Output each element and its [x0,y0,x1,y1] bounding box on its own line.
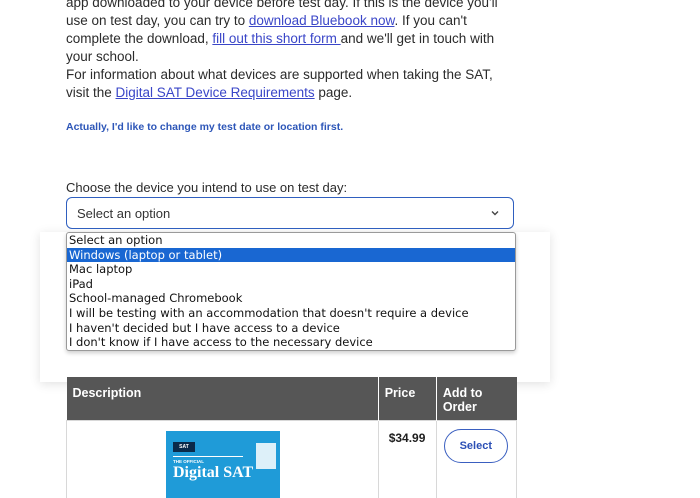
device-select-label: Choose the device you intend to use on t… [66,180,348,195]
order-table: Description Price Add to Order SAT THE O… [66,377,518,498]
divider [173,455,243,457]
book-cover-image: SAT THE OFFICIAL Digital SAT [166,430,280,498]
device-option[interactable]: School-managed Chromebook [67,291,515,306]
select-product-button[interactable]: Select [443,428,508,463]
download-bluebook-link[interactable]: download Bluebook now [249,13,395,28]
chevron-down-icon [491,211,499,216]
change-test-date-link[interactable]: Actually, I'd like to change my test dat… [66,121,343,133]
intro-paragraph: app downloaded to your device before tes… [66,0,518,66]
sat-logo: SAT [173,441,195,452]
column-header-description: Description [66,377,379,420]
book-cover-graphic [256,442,276,469]
column-header-price: Price [378,377,437,420]
order-table-header-row: Description Price Add to Order [66,377,517,420]
column-header-add-to-order: Add to Order [436,377,517,420]
table-row: SAT THE OFFICIAL Digital SAT $34.99 Sele… [66,419,518,498]
device-option[interactable]: Select an option [67,233,515,248]
book-subtitle: THE OFFICIAL [173,458,204,464]
devices-info-paragraph: For information about what devices are s… [66,66,518,102]
devices-info-text: For information about what devices are s… [66,66,518,102]
product-action-cell: Select [435,419,518,498]
short-form-link[interactable]: fill out this short form [212,31,340,46]
book-title: Digital SAT [173,463,254,481]
device-option[interactable]: iPad [67,277,515,292]
device-option[interactable]: I haven't decided but I have access to a… [67,321,515,336]
product-description-cell: SAT THE OFFICIAL Digital SAT [66,419,379,498]
devices-info-tail: page. [314,85,353,100]
page: app downloaded to your device before tes… [0,0,700,498]
device-select-options: Select an option Windows (laptop or tabl… [66,232,516,351]
product-price-cell: $34.99 [377,419,437,498]
device-select-value: Select an option [77,206,171,221]
device-option-highlighted[interactable]: Windows (laptop or tablet) [67,247,515,263]
device-option[interactable]: I will be testing with an accommodation … [67,306,515,321]
device-requirements-link[interactable]: Digital SAT Device Requirements [116,85,315,100]
device-option[interactable]: Mac laptop [67,262,515,277]
device-select[interactable]: Select an option [66,197,514,229]
intro-text: app downloaded to your device before tes… [66,0,518,66]
device-option[interactable]: I don't know if I have access to the nec… [67,335,515,350]
product-price: $34.99 [388,430,426,445]
